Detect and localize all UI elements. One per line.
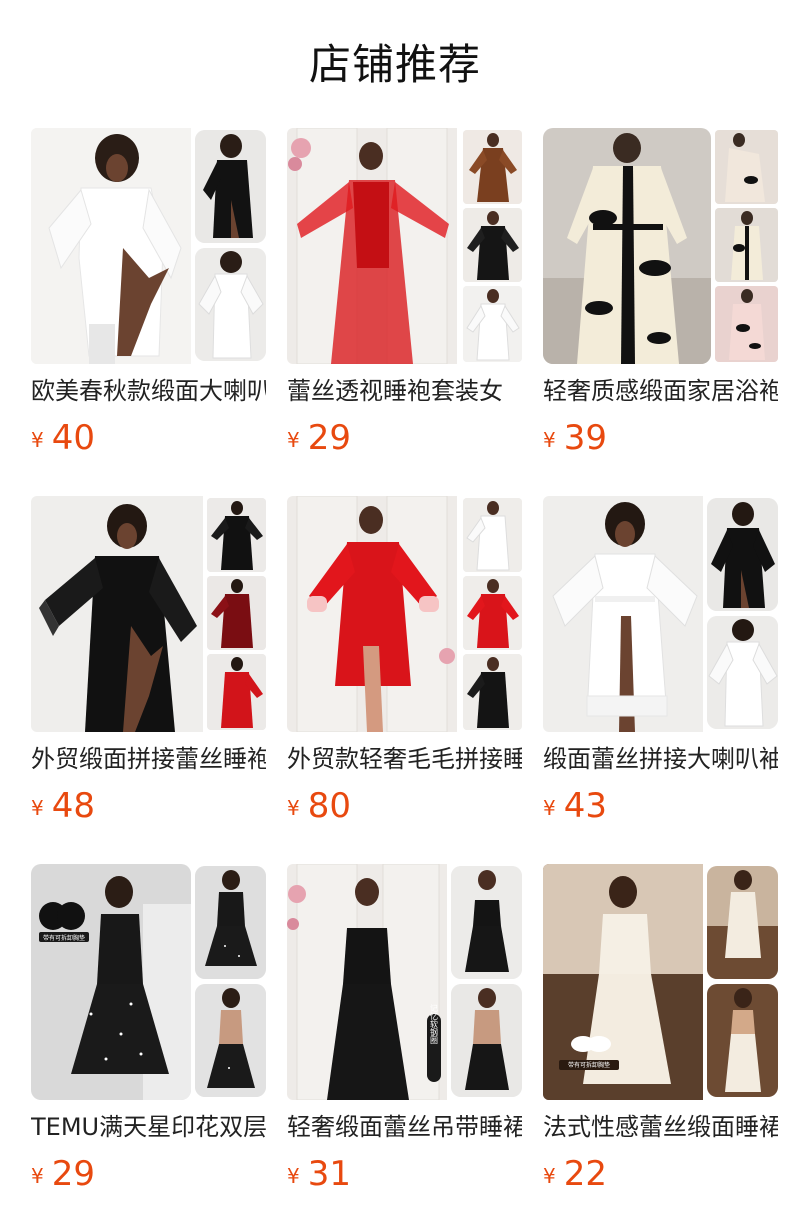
product-image-collage[interactable] [287,128,522,364]
product-title[interactable]: TEMU满天星印花双层吊带裙 [31,1112,266,1142]
product-card[interactable]: 带有可拆卸胸垫 法式性感蕾丝缎面睡裙 ¥ 22 [543,864,778,1194]
product-price: ¥48 [31,786,95,826]
product-card[interactable]: 带有可拆卸胸垫 TEMU满天星印花双层 ¥ 29 [31,864,266,1194]
product-image-collage[interactable] [31,496,266,732]
product-thumb-image[interactable] [463,654,522,730]
product-thumb-image[interactable] [207,576,266,650]
product-thumb-image[interactable] [707,616,778,729]
product-price: ¥29 [287,418,351,458]
product-card[interactable]: 轻奢质感缎面家居浴袍 ¥39 [543,128,778,458]
product-main-image[interactable] [31,128,191,364]
price-amount: 43 [563,786,607,826]
badge-text: 记忆软钢圈 [430,1004,439,1044]
page-title: 店铺推荐 [308,40,481,89]
product-thumb-image[interactable] [195,866,266,979]
price-amount: 29 [51,1154,95,1194]
price-amount: 48 [51,786,95,826]
currency-symbol: ¥ [31,1164,44,1188]
price-amount: 22 [563,1154,607,1194]
badge-text: 带有可拆卸胸垫 [568,1061,610,1069]
product-title[interactable]: 外贸缎面拼接蕾丝睡袍 [31,744,266,774]
product-title[interactable]: 法式性感蕾丝缎面睡裙 [543,1112,778,1142]
product-card[interactable]: 欧美春秋款缎面大喇叭袖睡袍 ¥40 [31,128,266,458]
currency-symbol: ¥ [287,1164,300,1188]
product-image-collage[interactable] [31,128,266,364]
product-card[interactable]: 外贸缎面拼接蕾丝睡袍 ¥48 [31,496,266,826]
product-image-collage[interactable]: 带有可拆卸胸垫 [543,864,778,1100]
product-image-collage[interactable]: 记忆软钢圈 [287,864,522,1100]
product-card[interactable]: 缎面蕾丝拼接大喇叭袖睡袍 ¥43 [543,496,778,826]
product-title[interactable]: 蕾丝透视睡袍套装女 [287,376,522,406]
product-thumb-image[interactable] [207,654,266,730]
product-thumb-image[interactable] [463,130,522,204]
product-thumb-image[interactable] [715,286,778,362]
product-price: ¥80 [287,786,351,826]
product-thumb-image[interactable] [707,866,778,979]
product-price: ¥40 [31,418,95,458]
price-amount: 40 [51,418,95,458]
product-thumb-image[interactable] [195,130,266,243]
product-main-image[interactable]: 记忆软钢圈 [287,864,447,1100]
currency-symbol: ¥ [287,428,300,452]
product-card[interactable]: 外贸款轻奢毛毛拼接睡袍 ¥80 [287,496,522,826]
product-image-collage[interactable] [543,128,778,364]
product-title[interactable]: 轻奢质感缎面家居浴袍 [543,376,778,406]
product-thumb-image[interactable] [715,208,778,282]
product-thumb-image[interactable] [463,208,522,282]
product-title[interactable]: 欧美春秋款缎面大喇叭袖睡袍 [31,376,266,406]
product-thumb-image[interactable] [207,498,266,572]
product-thumb-image[interactable] [707,984,778,1097]
currency-symbol: ¥ [543,1164,556,1188]
product-price: ¥29 [31,1154,95,1194]
product-image-collage[interactable]: 带有可拆卸胸垫 [31,864,266,1100]
product-thumb-image[interactable] [195,248,266,361]
product-card[interactable]: 蕾丝透视睡袍套装女 ¥29 [287,128,522,458]
product-main-image[interactable]: 带有可拆卸胸垫 [31,864,191,1100]
badge-text: 带有可拆卸胸垫 [43,934,85,942]
product-main-image[interactable] [31,496,203,732]
product-card[interactable]: 记忆软钢圈 轻奢缎面蕾丝吊带睡裙 ¥ 31 [287,864,522,1194]
product-thumb-image[interactable] [463,286,522,362]
product-main-image[interactable] [287,496,457,732]
price-amount: 39 [563,418,607,458]
product-thumb-image[interactable] [715,130,778,204]
currency-symbol: ¥ [543,428,556,452]
product-thumb-image[interactable] [195,984,266,1097]
currency-symbol: ¥ [543,796,556,820]
product-thumb-image[interactable] [451,984,522,1097]
price-amount: 31 [307,1154,351,1194]
product-price: ¥39 [543,418,607,458]
currency-symbol: ¥ [287,796,300,820]
product-thumb-image[interactable] [463,498,522,572]
price-amount: 80 [307,786,351,826]
product-thumb-image[interactable] [707,498,778,611]
product-main-image[interactable] [287,128,457,364]
product-main-image[interactable] [543,128,711,364]
product-thumb-image[interactable] [451,866,522,979]
product-title[interactable]: 外贸款轻奢毛毛拼接睡袍 [287,744,522,774]
product-title[interactable]: 轻奢缎面蕾丝吊带睡裙 [287,1112,522,1142]
product-main-image[interactable] [543,496,703,732]
product-image-collage[interactable] [543,496,778,732]
product-price: ¥22 [543,1154,607,1194]
currency-symbol: ¥ [31,428,44,452]
product-main-image[interactable]: 带有可拆卸胸垫 [543,864,703,1100]
product-image-collage[interactable] [287,496,522,732]
product-price: ¥31 [287,1154,351,1194]
currency-symbol: ¥ [31,796,44,820]
product-price: ¥43 [543,786,607,826]
product-title[interactable]: 缎面蕾丝拼接大喇叭袖睡袍 [543,744,778,774]
price-amount: 29 [307,418,351,458]
product-thumb-image[interactable] [463,576,522,650]
